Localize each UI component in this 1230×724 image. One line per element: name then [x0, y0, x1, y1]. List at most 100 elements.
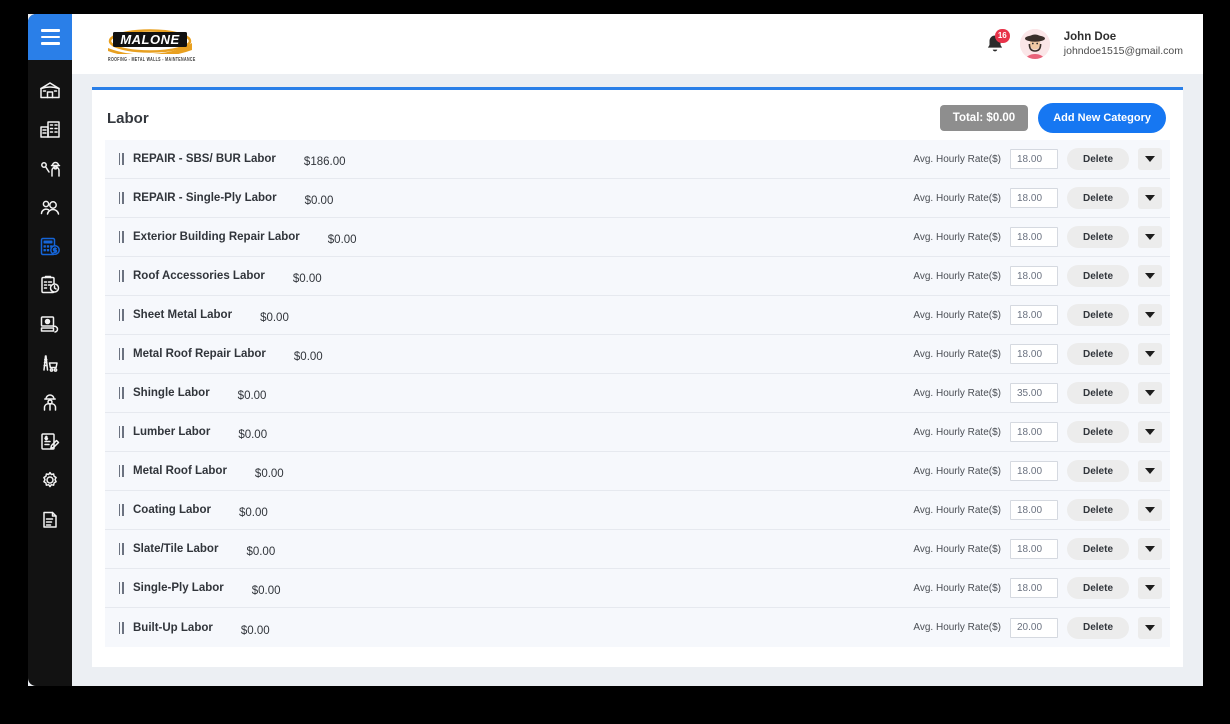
table-row[interactable]: Shingle Labor $0.00 Avg. Hourly Rate($) … — [105, 374, 1170, 413]
expand-row-button[interactable] — [1138, 382, 1162, 404]
hamburger-icon — [40, 29, 60, 45]
expand-row-button[interactable] — [1138, 616, 1162, 639]
drag-handle-icon[interactable] — [113, 270, 129, 282]
table-row[interactable]: Single-Ply Labor $0.00 Avg. Hourly Rate(… — [105, 569, 1170, 608]
expand-row-button[interactable] — [1138, 304, 1162, 326]
labor-category-name: Slate/Tile Labor — [133, 543, 219, 555]
hourly-rate-label: Avg. Hourly Rate($) — [913, 426, 1001, 438]
hourly-rate-label: Avg. Hourly Rate($) — [913, 582, 1001, 594]
sidebar-item-materials[interactable] — [30, 349, 70, 377]
delete-button[interactable]: Delete — [1067, 538, 1129, 560]
drag-handle-icon[interactable] — [113, 231, 129, 243]
brand-logo[interactable]: MALONE ROOFING - METAL WALLS - MAINTENAN… — [108, 22, 258, 66]
total-badge: Total: $0.00 — [939, 105, 1029, 131]
delete-button[interactable]: Delete — [1067, 343, 1129, 365]
delete-button[interactable]: Delete — [1067, 577, 1129, 599]
delete-button[interactable]: Delete — [1067, 148, 1129, 170]
sidebar-item-inspections[interactable] — [30, 154, 70, 182]
table-row[interactable]: Slate/Tile Labor $0.00 Avg. Hourly Rate(… — [105, 530, 1170, 569]
drag-handle-icon[interactable] — [113, 153, 129, 165]
drag-handle-icon[interactable] — [113, 582, 129, 594]
sidebar-item-invoices[interactable] — [30, 427, 70, 455]
hourly-rate-input[interactable] — [1010, 305, 1058, 325]
delete-button[interactable]: Delete — [1067, 382, 1129, 404]
drag-handle-icon[interactable] — [113, 426, 129, 438]
expand-row-button[interactable] — [1138, 148, 1162, 170]
expand-row-button[interactable] — [1138, 343, 1162, 365]
row-controls: Avg. Hourly Rate($) Delete — [913, 538, 1162, 560]
drag-handle-icon[interactable] — [113, 504, 129, 516]
sidebar-item-properties[interactable] — [30, 76, 70, 104]
hourly-rate-input[interactable] — [1010, 500, 1058, 520]
hourly-rate-input[interactable] — [1010, 383, 1058, 403]
table-row[interactable]: Metal Roof Labor $0.00 Avg. Hourly Rate(… — [105, 452, 1170, 491]
labor-rows-list: REPAIR - SBS/ BUR Labor $186.00 Avg. Hou… — [105, 140, 1170, 647]
drag-handle-icon[interactable] — [113, 387, 129, 399]
delete-button[interactable]: Delete — [1067, 460, 1129, 482]
table-row[interactable]: Sheet Metal Labor $0.00 Avg. Hourly Rate… — [105, 296, 1170, 335]
hourly-rate-label: Avg. Hourly Rate($) — [913, 270, 1001, 282]
delete-button[interactable]: Delete — [1067, 226, 1129, 248]
expand-row-button[interactable] — [1138, 265, 1162, 287]
delete-button[interactable]: Delete — [1067, 265, 1129, 287]
expand-row-button[interactable] — [1138, 226, 1162, 248]
sidebar-item-schedule[interactable] — [30, 271, 70, 299]
chevron-down-icon — [1145, 390, 1155, 396]
hourly-rate-input[interactable] — [1010, 539, 1058, 559]
table-row[interactable]: REPAIR - Single-Ply Labor $0.00 Avg. Hou… — [105, 179, 1170, 218]
table-row[interactable]: Coating Labor $0.00 Avg. Hourly Rate($) … — [105, 491, 1170, 530]
hourly-rate-input[interactable] — [1010, 617, 1058, 638]
table-row[interactable]: REPAIR - SBS/ BUR Labor $186.00 Avg. Hou… — [105, 140, 1170, 179]
sidebar-item-estimating[interactable] — [30, 232, 70, 260]
table-row[interactable]: Roof Accessories Labor $0.00 Avg. Hourly… — [105, 257, 1170, 296]
chevron-down-icon — [1145, 468, 1155, 474]
drag-handle-icon[interactable] — [113, 543, 129, 555]
clipboard-clock-icon — [38, 275, 62, 295]
expand-row-button[interactable] — [1138, 538, 1162, 560]
avatar[interactable] — [1019, 29, 1050, 59]
labor-category-price: $0.00 — [246, 546, 276, 558]
sidebar-item-reports[interactable] — [30, 505, 70, 533]
user-info[interactable]: John Doe johndoe1515@gmail.com — [1064, 30, 1183, 58]
hourly-rate-input[interactable] — [1010, 188, 1058, 208]
sidebar-item-buildings[interactable] — [30, 115, 70, 143]
sidebar-item-customers[interactable] — [30, 193, 70, 221]
expand-row-button[interactable] — [1138, 421, 1162, 443]
drag-handle-icon[interactable] — [113, 192, 129, 204]
brand-tagline: ROOFING - METAL WALLS - MAINTENANCE — [108, 56, 196, 63]
table-row[interactable]: Exterior Building Repair Labor $0.00 Avg… — [105, 218, 1170, 257]
hourly-rate-input[interactable] — [1010, 149, 1058, 169]
hourly-rate-input[interactable] — [1010, 578, 1058, 598]
chevron-down-icon — [1145, 624, 1155, 631]
sidebar-item-crew[interactable] — [30, 388, 70, 416]
delete-button[interactable]: Delete — [1067, 304, 1129, 326]
drag-handle-icon[interactable] — [113, 309, 129, 321]
notifications-button[interactable]: 16 — [984, 29, 1010, 56]
table-row[interactable]: Built-Up Labor $0.00 Avg. Hourly Rate($)… — [105, 608, 1170, 647]
delete-button[interactable]: Delete — [1067, 499, 1129, 521]
hourly-rate-input[interactable] — [1010, 461, 1058, 481]
delete-button[interactable]: Delete — [1067, 187, 1129, 209]
expand-row-button[interactable] — [1138, 187, 1162, 209]
drag-handle-icon[interactable] — [113, 465, 129, 477]
sidebar-item-settings[interactable] — [30, 466, 70, 494]
sidebar-toggle-button[interactable] — [28, 14, 72, 60]
drag-handle-icon[interactable] — [113, 348, 129, 360]
sidebar-item-payments[interactable] — [30, 310, 70, 338]
add-new-category-button[interactable]: Add New Category — [1038, 103, 1166, 133]
chevron-down-icon — [1145, 234, 1155, 240]
expand-row-button[interactable] — [1138, 577, 1162, 599]
hourly-rate-input[interactable] — [1010, 227, 1058, 247]
table-row[interactable]: Lumber Labor $0.00 Avg. Hourly Rate($) D… — [105, 413, 1170, 452]
hourly-rate-input[interactable] — [1010, 344, 1058, 364]
expand-row-button[interactable] — [1138, 460, 1162, 482]
expand-row-button[interactable] — [1138, 499, 1162, 521]
drag-handle-icon[interactable] — [113, 621, 129, 634]
table-row[interactable]: Metal Roof Repair Labor $0.00 Avg. Hourl… — [105, 335, 1170, 374]
ladder-cart-icon — [38, 353, 62, 373]
chevron-down-icon — [1145, 351, 1155, 357]
hourly-rate-input[interactable] — [1010, 422, 1058, 442]
delete-button[interactable]: Delete — [1067, 616, 1129, 639]
delete-button[interactable]: Delete — [1067, 421, 1129, 443]
hourly-rate-input[interactable] — [1010, 266, 1058, 286]
